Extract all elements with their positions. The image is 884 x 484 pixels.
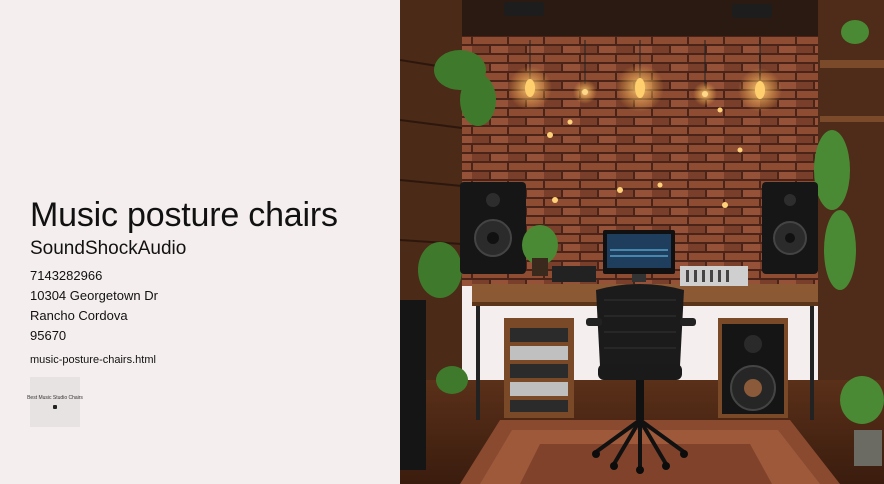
page-link[interactable]: music-posture-chairs.html xyxy=(30,353,338,367)
business-name: SoundShockAudio xyxy=(30,238,187,259)
thumbnail-caption: Best Music Studio Chairs xyxy=(27,395,83,401)
page: Music posture chairs SoundShockAudio 714… xyxy=(0,0,884,484)
street-address: 10304 Georgetown Dr xyxy=(30,288,158,303)
info-panel: Music posture chairs SoundShockAudio 714… xyxy=(0,0,400,484)
page-title: Music posture chairs xyxy=(30,196,338,234)
studio-photo xyxy=(400,0,884,484)
business-info: Music posture chairs SoundShockAudio 714… xyxy=(30,196,338,367)
studio-illustration xyxy=(400,0,884,484)
thumbnail-card[interactable]: Best Music Studio Chairs xyxy=(27,377,83,427)
zip-code: 95670 xyxy=(30,328,67,343)
phone-number: 7143282966 xyxy=(30,268,103,283)
chair-icon xyxy=(53,405,57,409)
city: Rancho Cordova xyxy=(30,308,128,323)
